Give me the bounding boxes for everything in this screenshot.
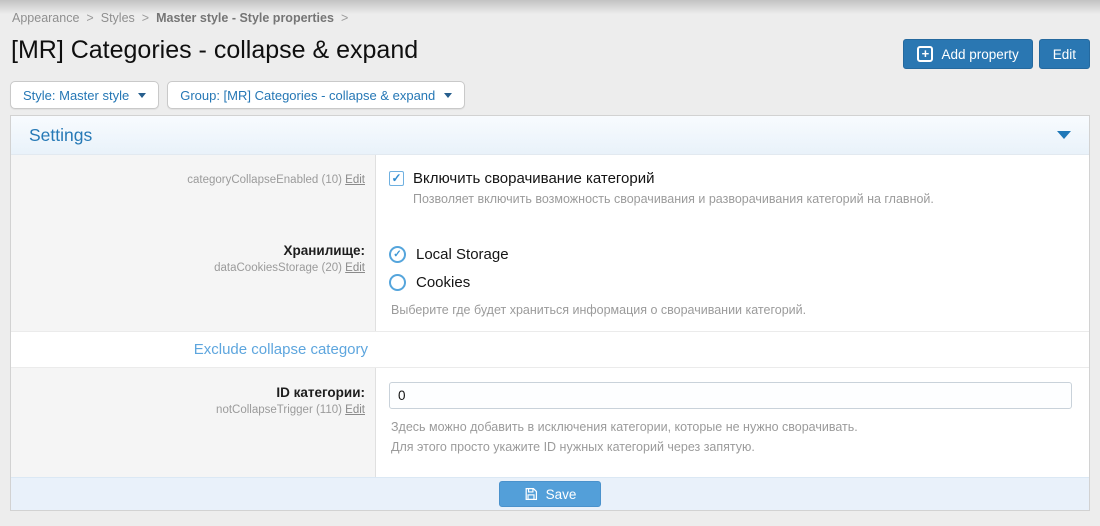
- breadcrumb-separator: >: [341, 11, 348, 25]
- checkbox-checked-icon[interactable]: ✓: [389, 171, 404, 186]
- description-line-1: Здесь можно добавить в исключения катего…: [391, 417, 1072, 437]
- edit-property-link[interactable]: Edit: [345, 262, 365, 274]
- style-selector-label: Style: Master style: [23, 88, 129, 103]
- property-title: ID категории:: [21, 385, 365, 400]
- radio-label: Cookies: [416, 274, 470, 291]
- radio-unselected-icon[interactable]: [389, 274, 406, 291]
- checkbox-label: Включить сворачивание категорий: [413, 170, 655, 187]
- edit-button-label: Edit: [1053, 47, 1076, 62]
- property-label-cell: categoryCollapseEnabled (10) Edit: [11, 155, 376, 232]
- checkbox-option[interactable]: ✓ Включить сворачивание категорий: [389, 170, 1089, 187]
- property-name-text: categoryCollapseEnabled (10): [187, 174, 342, 186]
- breadcrumb-separator: >: [142, 11, 149, 25]
- plus-icon: +: [917, 46, 933, 62]
- property-value-cell: Здесь можно добавить в исключения катего…: [376, 368, 1089, 477]
- style-selector-chip[interactable]: Style: Master style: [10, 81, 159, 109]
- breadcrumb-separator: >: [86, 11, 93, 25]
- description-line-2: Для этого просто укажите ID нужных катег…: [391, 437, 1072, 457]
- category-id-input[interactable]: [389, 382, 1072, 409]
- save-floppy-icon: [524, 487, 538, 501]
- edit-property-link[interactable]: Edit: [345, 174, 365, 186]
- save-button-label: Save: [546, 487, 577, 502]
- breadcrumb-styles[interactable]: Styles: [101, 11, 135, 25]
- add-property-button[interactable]: + Add property: [903, 39, 1032, 69]
- settings-section-title: Settings: [29, 125, 92, 146]
- property-description: Позволяет включить возможность сворачива…: [413, 192, 1089, 206]
- property-value-cell: ✓ Local Storage Cookies Выберите где буд…: [376, 232, 1089, 331]
- property-label-cell: Хранилище: dataCookiesStorage (20) Edit: [11, 232, 376, 331]
- edit-property-link[interactable]: Edit: [345, 404, 365, 416]
- save-button[interactable]: Save: [499, 481, 602, 507]
- property-name-text: notCollapseTrigger (110): [216, 404, 342, 416]
- property-label-cell: ID категории: notCollapseTrigger (110) E…: [11, 368, 376, 477]
- radio-option-local-storage[interactable]: ✓ Local Storage: [389, 240, 1089, 268]
- radio-selected-icon[interactable]: ✓: [389, 246, 406, 263]
- filter-chips: Style: Master style Group: [MR] Categori…: [10, 81, 465, 109]
- save-bar: Save: [11, 477, 1089, 510]
- property-name: dataCookiesStorage (20) Edit: [21, 262, 365, 274]
- header-actions: + Add property Edit: [903, 39, 1090, 69]
- style-properties-panel: Settings categoryCollapseEnabled (10) Ed…: [10, 115, 1090, 511]
- group-selector-chip[interactable]: Group: [MR] Categories - collapse & expa…: [167, 81, 465, 109]
- radio-label: Local Storage: [416, 246, 509, 263]
- property-row-categoryCollapseEnabled: categoryCollapseEnabled (10) Edit ✓ Вклю…: [11, 155, 1089, 232]
- collapse-section-icon[interactable]: [1057, 131, 1071, 139]
- property-row-notCollapseTrigger: ID категории: notCollapseTrigger (110) E…: [11, 368, 1089, 477]
- property-name-text: dataCookiesStorage (20): [214, 262, 342, 274]
- property-row-dataCookiesStorage: Хранилище: dataCookiesStorage (20) Edit …: [11, 232, 1089, 331]
- breadcrumb-current[interactable]: Master style - Style properties: [156, 11, 334, 25]
- property-title: Хранилище:: [21, 243, 365, 258]
- property-description: Выберите где будет храниться информация …: [391, 303, 1089, 317]
- property-value-cell: ✓ Включить сворачивание категорий Позвол…: [376, 155, 1089, 232]
- group-selector-label: Group: [MR] Categories - collapse & expa…: [180, 88, 435, 103]
- subheading-row: Exclude collapse category: [11, 331, 1089, 368]
- chevron-down-icon: [444, 93, 452, 98]
- breadcrumb-appearance[interactable]: Appearance: [12, 11, 79, 25]
- add-property-label: Add property: [941, 47, 1018, 62]
- settings-section-header[interactable]: Settings: [11, 116, 1089, 155]
- subheading-exclude-collapse-category: Exclude collapse category: [11, 332, 368, 367]
- property-name: categoryCollapseEnabled (10) Edit: [21, 174, 365, 186]
- property-description: Здесь можно добавить в исключения катего…: [391, 417, 1072, 457]
- breadcrumb: Appearance > Styles > Master style - Style p…: [12, 11, 355, 25]
- chevron-down-icon: [138, 93, 146, 98]
- radio-option-cookies[interactable]: Cookies: [389, 268, 1089, 296]
- property-name: notCollapseTrigger (110) Edit: [21, 404, 365, 416]
- page-title: [MR] Categories - collapse & expand: [11, 36, 418, 65]
- edit-button[interactable]: Edit: [1039, 39, 1090, 69]
